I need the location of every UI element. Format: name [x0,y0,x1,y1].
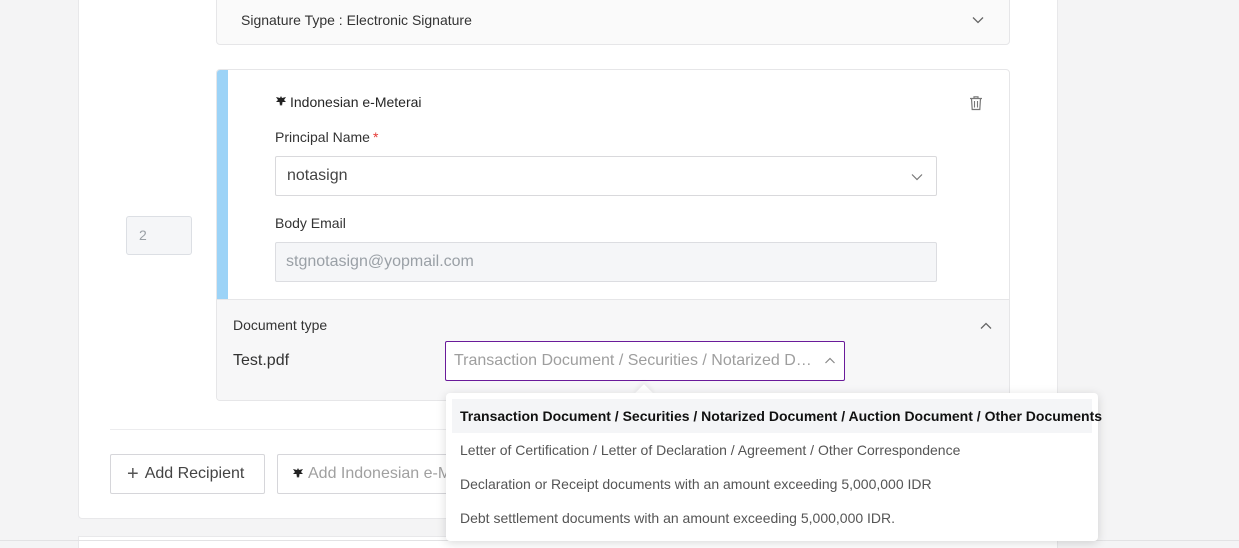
document-type-label: Document type [233,317,328,333]
plus-icon: + [127,463,139,485]
document-type-select[interactable]: Transaction Document / Securities / Nota… [445,341,845,381]
garuda-emblem-icon [292,467,304,481]
file-name: Test.pdf [233,352,290,369]
document-type-selected-value: Transaction Document / Securities / Nota… [454,352,844,369]
chevron-up-icon [823,354,837,368]
e-meterai-recipient-panel: Indonesian e-Meterai Principal Name * not… [216,69,1010,401]
body-email-input[interactable]: stgnotasign@yopmail.com [275,242,937,282]
trash-icon[interactable] [969,95,983,111]
principal-name-select[interactable]: notasign [275,156,937,196]
chevron-down-icon [910,170,924,184]
chevron-up-icon[interactable] [979,319,993,333]
body-email-label: Body Email [275,215,346,231]
recipient-order-input[interactable]: 2 [126,216,192,255]
required-mark: * [372,129,379,145]
signature-type-panel[interactable]: Signature Type : Electronic Signature [216,0,1010,45]
add-e-meterai-button[interactable]: Add Indonesian e-Meterai [277,454,467,494]
page: Signature Type : Electronic Signature 2 … [0,0,1239,548]
dropdown-option[interactable]: Debt settlement documents with an amount… [452,501,1092,535]
recipient-title-text: Indonesian e-Meterai [290,94,422,110]
principal-name-label-text: Principal Name [275,129,370,145]
garuda-emblem-icon [275,95,287,109]
dropdown-option[interactable]: Letter of Certification / Letter of Decl… [452,433,1092,467]
accent-bar [217,70,228,300]
add-e-meterai-label: Add Indonesian e-Meterai [308,465,466,482]
principal-name-label: Principal Name * [275,129,378,145]
dropdown-option-selected[interactable]: Transaction Document / Securities / Nota… [452,399,1102,433]
add-recipient-label: Add Recipient [144,465,245,482]
document-type-section: Document type Test.pdf Transaction Docum… [217,299,1009,400]
dropdown-option[interactable]: Declaration or Receipt documents with an… [452,467,1092,501]
add-recipient-button[interactable]: + Add Recipient [110,454,265,494]
document-type-dropdown: Transaction Document / Securities / Nota… [446,393,1102,541]
principal-name-value: notasign [287,167,348,184]
signature-type-label: Signature Type : Electronic Signature [241,12,472,28]
chevron-down-icon[interactable] [971,13,985,27]
recipient-title: Indonesian e-Meterai [275,94,422,110]
